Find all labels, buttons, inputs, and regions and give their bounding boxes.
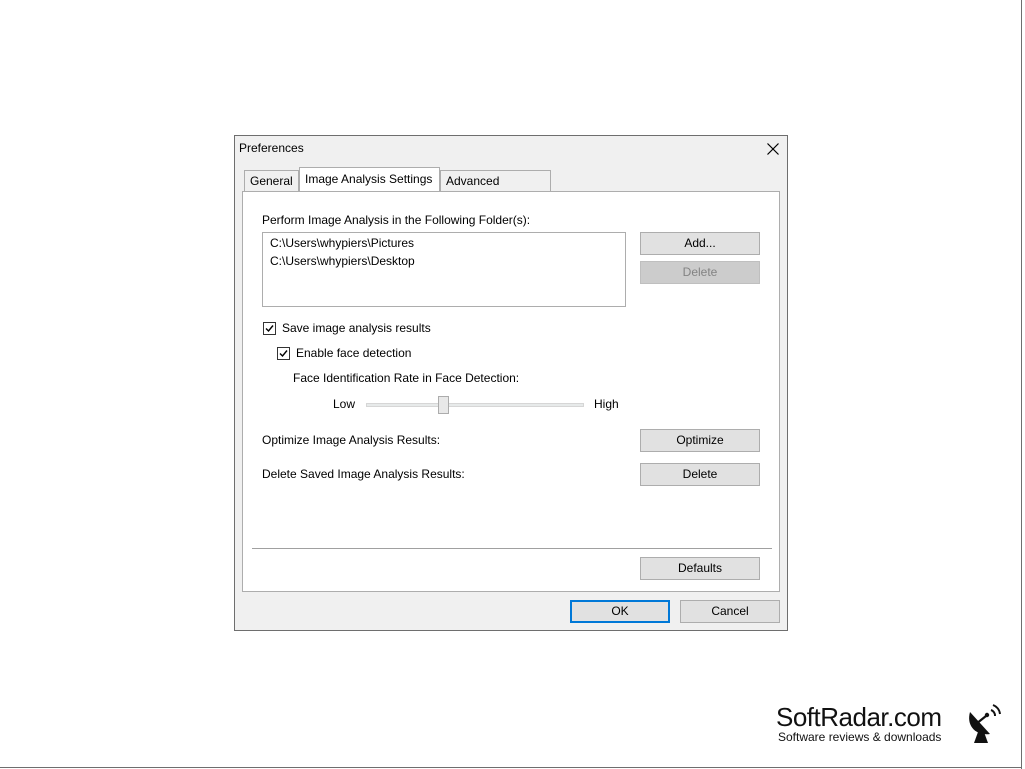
optimize-button[interactable]: Optimize (640, 429, 760, 452)
folder-list[interactable]: C:\Users\whypiers\Pictures C:\Users\whyp… (262, 232, 626, 307)
slider-thumb[interactable] (438, 396, 449, 414)
tab-image-analysis-settings[interactable]: Image Analysis Settings (299, 167, 440, 191)
identification-rate-label: Face Identification Rate in Face Detecti… (293, 371, 520, 385)
page-border-right (1021, 0, 1022, 769)
slider-low-label: Low (333, 397, 356, 411)
delete-saved-results-button[interactable]: Delete (640, 463, 760, 486)
folders-label: Perform Image Analysis in the Following … (262, 213, 531, 227)
ok-button[interactable]: OK (570, 600, 670, 623)
cancel-button[interactable]: Cancel (680, 600, 780, 623)
folder-item[interactable]: C:\Users\whypiers\Desktop (270, 254, 415, 268)
face-detection-checkbox[interactable] (277, 347, 290, 360)
save-results-checkbox[interactable] (263, 322, 276, 335)
add-folder-button[interactable]: Add... (640, 232, 760, 255)
image-analysis-settings-panel: Perform Image Analysis in the Following … (242, 191, 780, 592)
slider-high-label: High (594, 397, 619, 411)
watermark-name: SoftRadar.com (776, 702, 942, 732)
satellite-dish-icon (969, 704, 1001, 743)
checkmark-icon (265, 325, 274, 333)
folder-item[interactable]: C:\Users\whypiers\Pictures (270, 236, 414, 250)
dialog-title: Preferences (239, 141, 304, 155)
optimize-label: Optimize Image Analysis Results: (262, 433, 441, 447)
softradar-watermark: SoftRadar.com Software reviews & downloa… (776, 702, 1006, 750)
close-icon (767, 143, 779, 155)
separator (252, 548, 772, 549)
preferences-dialog: Preferences General Image Analysis Setti… (234, 135, 788, 631)
tab-general[interactable]: General (244, 170, 299, 191)
checkmark-icon (279, 350, 288, 358)
tab-advanced-settings[interactable]: Advanced Settings (440, 170, 551, 208)
page-border-bottom (0, 767, 1022, 768)
save-results-label: Save image analysis results (282, 321, 431, 335)
face-detection-label: Enable face detection (296, 346, 412, 360)
delete-saved-label: Delete Saved Image Analysis Results: (262, 467, 465, 481)
watermark-tagline: Software reviews & downloads (778, 730, 942, 744)
identification-rate-slider[interactable] (366, 403, 584, 407)
delete-folder-button[interactable]: Delete (640, 261, 760, 284)
close-button[interactable] (761, 138, 785, 160)
defaults-button[interactable]: Defaults (640, 557, 760, 580)
